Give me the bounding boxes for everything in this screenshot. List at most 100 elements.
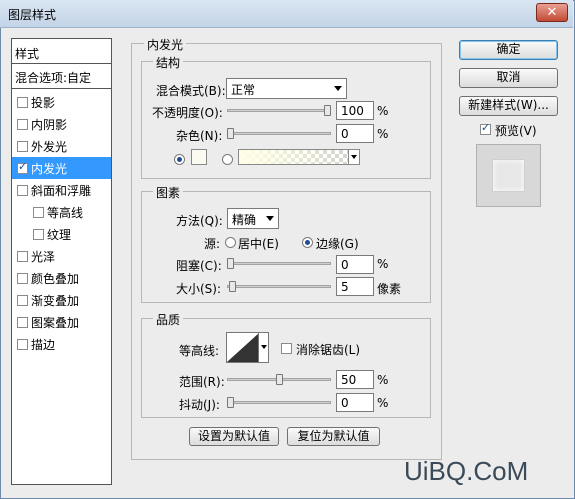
- close-button[interactable]: ✕: [536, 3, 568, 22]
- glow-color-swatch[interactable]: [191, 149, 207, 165]
- style-item[interactable]: 斜面和浮雕: [12, 179, 111, 201]
- chevron-down-icon: [266, 216, 274, 221]
- range-slider-handle[interactable]: [275, 374, 283, 385]
- source-edge-radio[interactable]: [302, 237, 313, 248]
- style-item-label: 内发光: [31, 162, 68, 176]
- style-item-label: 内阴影: [31, 118, 68, 132]
- style-item-checkbox[interactable]: [17, 251, 28, 262]
- contour-label: 等高线:: [179, 344, 220, 358]
- make-default-button[interactable]: 设置为默认值: [189, 427, 279, 446]
- chevron-down-icon: [261, 345, 267, 349]
- anti-alias-checkbox[interactable]: [281, 343, 292, 354]
- quality-title: 品质: [153, 311, 184, 328]
- style-item-label: 渐变叠加: [31, 294, 80, 308]
- style-item-checkbox[interactable]: [17, 97, 28, 108]
- technique-select[interactable]: 精确: [227, 208, 279, 229]
- new-style-button[interactable]: 新建样式(W)...: [459, 96, 558, 116]
- style-item[interactable]: 外发光: [12, 135, 111, 157]
- contour-preview-icon: [227, 333, 259, 362]
- style-item-checkbox[interactable]: [33, 229, 44, 240]
- noise-input[interactable]: 0: [336, 124, 374, 143]
- structure-title: 结构: [153, 54, 184, 71]
- style-item[interactable]: 纹理: [12, 223, 111, 245]
- style-item-label: 描边: [31, 338, 56, 352]
- gradient-picker[interactable]: [238, 149, 360, 165]
- opacity-unit: %: [377, 104, 389, 118]
- style-item[interactable]: 内发光: [12, 157, 111, 179]
- opacity-slider[interactable]: [227, 109, 331, 112]
- jitter-input[interactable]: 0: [336, 393, 374, 412]
- style-item-label: 投影: [31, 96, 56, 110]
- size-unit: 像素: [377, 282, 402, 296]
- source-label: 源:: [204, 237, 221, 251]
- jitter-slider[interactable]: [227, 401, 331, 404]
- style-item-label: 外发光: [31, 140, 68, 154]
- blend-mode-select[interactable]: 正常: [226, 78, 347, 99]
- opacity-input[interactable]: 100: [336, 101, 374, 120]
- style-item[interactable]: 内阴影: [12, 113, 111, 135]
- inner-glow-title: 内发光: [144, 36, 187, 53]
- gradient-radio[interactable]: [222, 154, 233, 165]
- style-item[interactable]: 描边: [12, 333, 111, 355]
- preview-label[interactable]: 预览(V): [495, 122, 537, 139]
- style-item-checkbox[interactable]: [17, 160, 28, 174]
- range-label: 范围(R):: [179, 375, 225, 389]
- style-item[interactable]: 光泽: [12, 245, 111, 267]
- choke-slider[interactable]: [227, 262, 331, 265]
- ok-button[interactable]: 确定: [459, 40, 558, 60]
- technique-value: 精确: [232, 213, 257, 227]
- choke-input[interactable]: 0: [336, 255, 374, 274]
- style-item-checkbox[interactable]: [33, 207, 44, 218]
- watermark: UiBQ.CoM: [404, 456, 529, 486]
- style-item-checkbox[interactable]: [17, 339, 28, 350]
- style-item[interactable]: 投影: [12, 91, 111, 113]
- solid-color-radio[interactable]: [174, 154, 185, 165]
- size-input[interactable]: 5: [336, 277, 374, 296]
- technique-label: 方法(Q):: [176, 214, 223, 228]
- choke-slider-handle[interactable]: [227, 258, 234, 269]
- style-item[interactable]: 图案叠加: [12, 311, 111, 333]
- style-item[interactable]: 渐变叠加: [12, 289, 111, 311]
- jitter-label: 抖动(J):: [179, 398, 220, 412]
- cancel-button[interactable]: 取消: [459, 68, 558, 88]
- style-item[interactable]: 颜色叠加: [12, 267, 111, 289]
- gradient-dropdown[interactable]: [348, 150, 359, 164]
- styles-header[interactable]: 样式: [12, 39, 111, 64]
- title-bar[interactable]: 图层样式: [0, 0, 573, 28]
- style-item-checkbox[interactable]: [17, 273, 28, 284]
- opacity-slider-handle[interactable]: [324, 105, 331, 116]
- source-edge-label[interactable]: 边缘(G): [316, 235, 359, 252]
- contour-dropdown[interactable]: [258, 333, 268, 362]
- style-preview: [476, 144, 541, 207]
- choke-unit: %: [377, 257, 389, 271]
- styles-list: 样式 混合选项:自定 投影内阴影外发光内发光斜面和浮雕等高线纹理光泽颜色叠加渐变…: [11, 38, 112, 485]
- source-center-label[interactable]: 居中(E): [238, 235, 279, 252]
- blending-options-item[interactable]: 混合选项:自定: [12, 64, 111, 89]
- contour-picker[interactable]: [226, 332, 269, 363]
- blend-mode-label: 混合模式(B):: [156, 84, 226, 98]
- elements-title: 图素: [153, 184, 184, 201]
- style-item-checkbox[interactable]: [17, 185, 28, 196]
- style-item-label: 图案叠加: [31, 316, 80, 330]
- style-item-label: 斜面和浮雕: [31, 184, 92, 198]
- style-item-label: 光泽: [31, 250, 56, 264]
- style-item-label: 纹理: [47, 228, 72, 242]
- preview-checkbox[interactable]: [480, 121, 491, 135]
- preview-swatch: [493, 160, 524, 191]
- source-center-radio[interactable]: [225, 237, 236, 248]
- jitter-slider-handle[interactable]: [227, 397, 234, 408]
- size-slider[interactable]: [227, 285, 331, 288]
- noise-slider-handle[interactable]: [227, 128, 234, 139]
- style-item-label: 等高线: [47, 206, 84, 220]
- reset-default-button[interactable]: 复位为默认值: [287, 427, 380, 446]
- noise-slider[interactable]: [227, 132, 331, 135]
- style-item-checkbox[interactable]: [17, 295, 28, 306]
- range-input[interactable]: 50: [336, 370, 374, 389]
- style-item-checkbox[interactable]: [17, 141, 28, 152]
- size-slider-handle[interactable]: [228, 281, 236, 292]
- range-unit: %: [377, 373, 389, 387]
- style-item-checkbox[interactable]: [17, 317, 28, 328]
- style-item-checkbox[interactable]: [17, 119, 28, 130]
- style-item[interactable]: 等高线: [12, 201, 111, 223]
- anti-alias-label[interactable]: 消除锯齿(L): [296, 341, 360, 358]
